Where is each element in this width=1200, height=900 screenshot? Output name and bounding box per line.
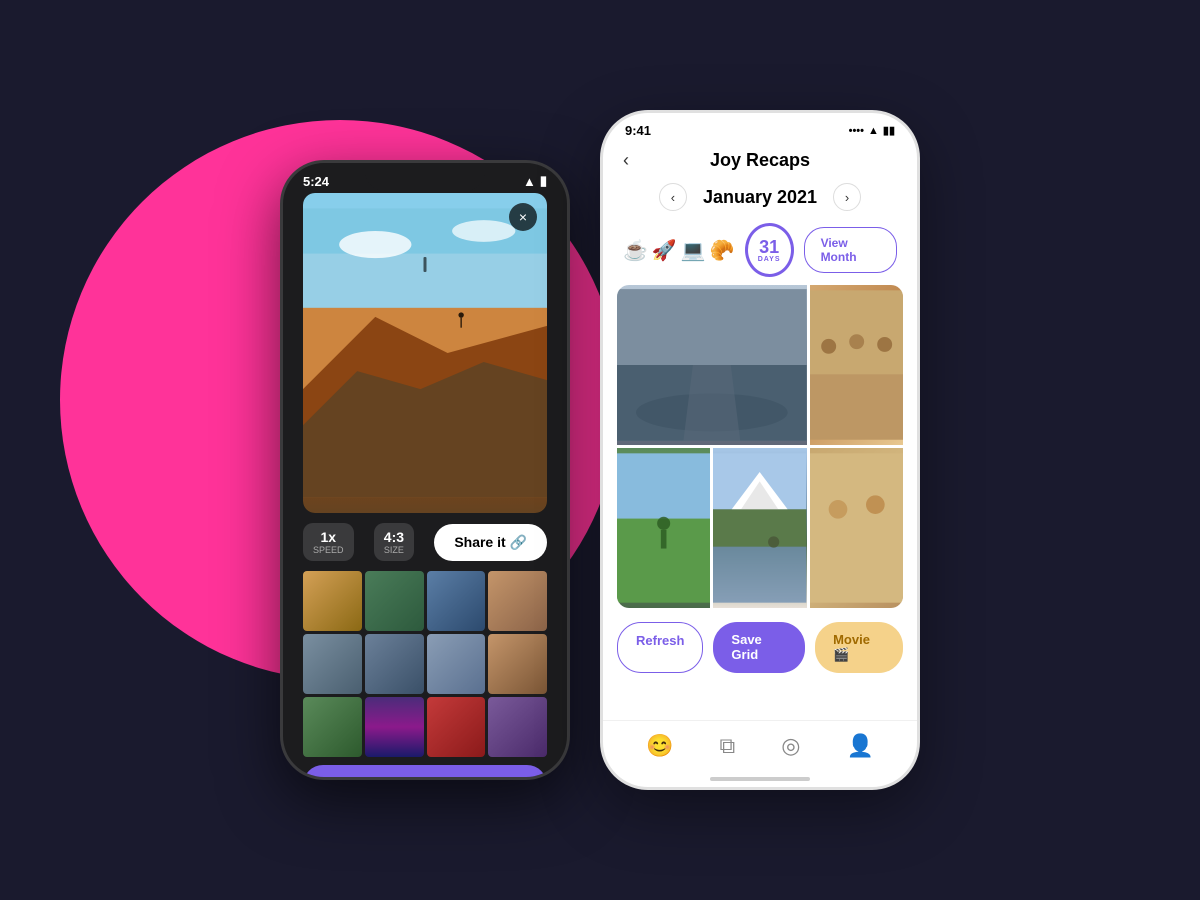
thumb-2 xyxy=(365,571,424,631)
emoji-bread: 🥐 xyxy=(710,238,735,263)
time-right: 9:41 xyxy=(625,123,651,138)
emoji-rocket: 🚀 xyxy=(652,238,677,263)
thumb-5 xyxy=(303,634,362,694)
wifi-icon-right: ▲ xyxy=(868,125,879,137)
photo-grid: ▶ xyxy=(617,285,903,608)
photo-dinner xyxy=(810,285,903,445)
generate-movie-button[interactable]: Generate Movie xyxy=(303,765,547,780)
back-button[interactable]: ‹ xyxy=(623,150,629,171)
photo-field xyxy=(617,448,710,608)
left-phone-content: × 1x SPEED 4:3 SIZE Share it 🔗 xyxy=(283,193,567,780)
signal-icon: •••• xyxy=(849,125,864,137)
speed-badge: 1x SPEED xyxy=(303,523,354,561)
preview-area: × xyxy=(303,193,547,513)
days-label: DAYS xyxy=(758,256,781,263)
thumb-10 xyxy=(365,697,424,757)
nav-emoji-button[interactable]: 😊 xyxy=(646,733,673,759)
friends-svg xyxy=(810,448,903,608)
thumbnail-grid xyxy=(293,571,557,757)
nav-profile-button[interactable]: 👤 xyxy=(847,733,874,759)
preview-image xyxy=(303,193,547,513)
battery-icon-left: ▮ xyxy=(540,173,547,189)
thumb-3 xyxy=(427,571,486,631)
notch-left xyxy=(365,163,485,191)
prev-month-button[interactable]: ‹ xyxy=(659,183,687,211)
thumb-4 xyxy=(488,571,547,631)
nav-spiral-button[interactable]: ◎ xyxy=(781,733,800,759)
battery-icon-right: ▮▮ xyxy=(883,124,895,137)
emoji-computer: 💻 xyxy=(681,238,706,263)
thumb-7 xyxy=(427,634,486,694)
status-icons-right: •••• ▲ ▮▮ xyxy=(849,124,895,137)
notch-right xyxy=(695,113,825,143)
thumb-6 xyxy=(365,634,424,694)
photo-friends xyxy=(810,448,903,608)
home-indicator xyxy=(710,777,810,781)
close-button[interactable]: × xyxy=(509,203,537,231)
phone-left: 5:24 ▲ ▮ xyxy=(280,160,570,780)
emoji-coffee: ☕ xyxy=(623,238,648,263)
lake-svg xyxy=(713,448,806,608)
controls-bar: 1x SPEED 4:3 SIZE Share it 🔗 xyxy=(293,513,557,571)
app-header: ‹ Joy Recaps xyxy=(603,142,917,175)
view-month-button[interactable]: View Month xyxy=(804,227,897,273)
thumb-9 xyxy=(303,697,362,757)
generate-button-wrap: Generate Movie xyxy=(293,757,557,780)
days-circle: 31 DAYS xyxy=(745,223,794,277)
photo-lake xyxy=(713,448,806,608)
emoji-row: ☕ 🚀 💻 🥐 31 DAYS View Month xyxy=(603,219,917,285)
save-grid-button[interactable]: Save Grid xyxy=(713,622,805,673)
driving-photo-svg xyxy=(617,285,807,445)
bottom-nav: 😊 ⧉ ◎ 👤 xyxy=(603,720,917,767)
month-nav: ‹ January 2021 › xyxy=(603,175,917,219)
wifi-icon-left: ▲ xyxy=(523,174,536,189)
refresh-button[interactable]: Refresh xyxy=(617,622,703,673)
thumb-1 xyxy=(303,571,362,631)
movie-button[interactable]: Movie 🎬 xyxy=(815,622,903,673)
status-icons-left: ▲ ▮ xyxy=(523,173,547,189)
dinner-svg xyxy=(810,285,903,445)
phone-right: 9:41 •••• ▲ ▮▮ ‹ Joy Recaps ‹ January 20… xyxy=(600,110,920,790)
nav-grid-button[interactable]: ⧉ xyxy=(720,733,736,759)
field-svg xyxy=(617,448,710,608)
background-scene: 5:24 ▲ ▮ xyxy=(0,0,1200,900)
size-badge: 4:3 SIZE xyxy=(374,523,414,561)
days-number: 31 xyxy=(759,238,779,256)
app-title: Joy Recaps xyxy=(710,150,810,171)
thumb-8 xyxy=(488,634,547,694)
landscape-svg xyxy=(303,193,547,513)
next-month-button[interactable]: › xyxy=(833,183,861,211)
month-title: January 2021 xyxy=(703,187,817,208)
emoji-strip: ☕ 🚀 💻 🥐 xyxy=(623,238,735,263)
action-buttons: Refresh Save Grid Movie 🎬 xyxy=(603,608,917,681)
photo-driving: ▶ xyxy=(617,285,807,445)
thumb-12 xyxy=(488,697,547,757)
phones-container: 5:24 ▲ ▮ xyxy=(280,110,920,790)
time-left: 5:24 xyxy=(303,174,329,189)
share-button[interactable]: Share it 🔗 xyxy=(434,524,547,561)
thumb-11 xyxy=(427,697,486,757)
